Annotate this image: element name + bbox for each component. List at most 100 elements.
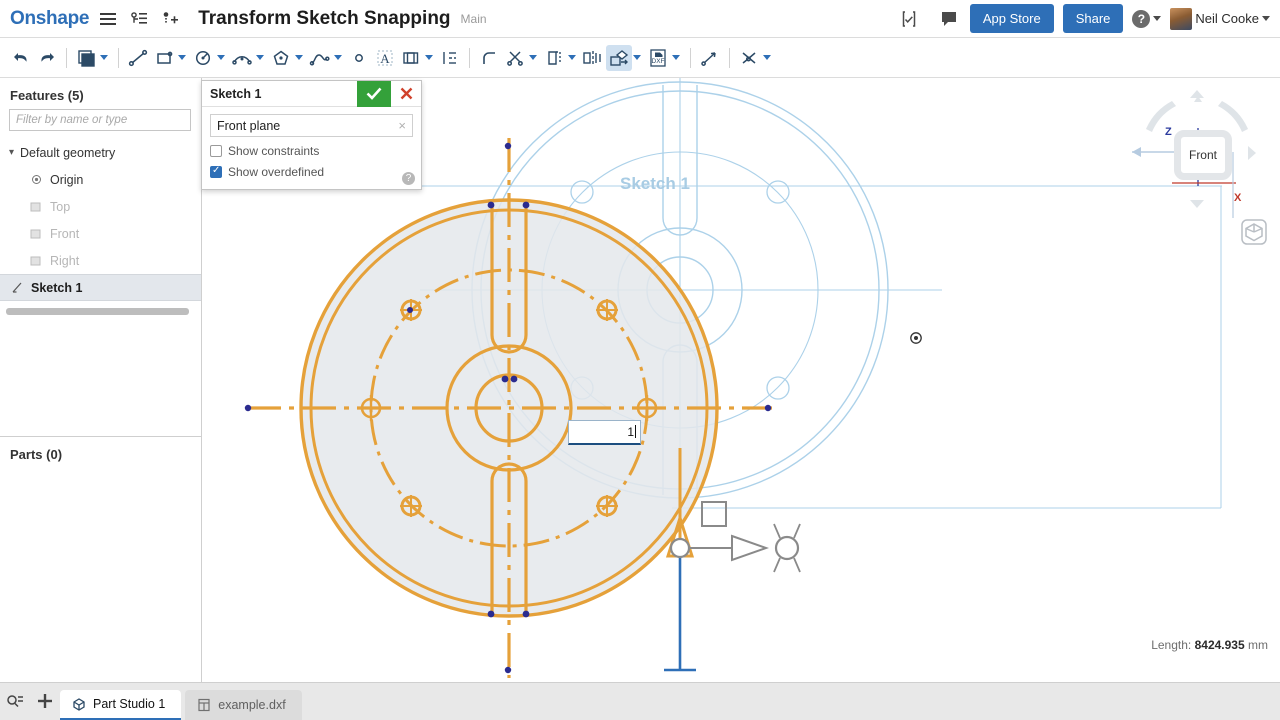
sketch-toolbar: A (0, 38, 1280, 78)
extend-tool[interactable] (541, 45, 567, 71)
tree-item-label: Front (50, 227, 79, 241)
spline-tool-caret[interactable] (334, 55, 342, 60)
tab-part-studio-1[interactable]: Part Studio 1 (60, 690, 181, 720)
polygon-tool[interactable] (268, 45, 294, 71)
tree-item-right[interactable]: Right (0, 247, 201, 274)
arc-tool-caret[interactable] (256, 55, 264, 60)
tab-label: Part Studio 1 (93, 697, 165, 711)
constraint-tool[interactable] (736, 45, 762, 71)
import-dxf-tool-caret[interactable] (672, 55, 680, 60)
help-icon: ? (1132, 10, 1150, 28)
comment-icon[interactable] (937, 7, 961, 31)
line-tool[interactable] (125, 45, 151, 71)
filter-input[interactable]: Filter by name or type (9, 109, 191, 131)
trim-tool-caret[interactable] (529, 55, 537, 60)
rectangle-tool-caret[interactable] (178, 55, 186, 60)
spline-tool[interactable] (307, 45, 333, 71)
tab-label: example.dxf (218, 698, 285, 712)
hamburger-icon[interactable] (96, 7, 120, 31)
offset-tool[interactable] (398, 45, 424, 71)
transform-tool[interactable] (606, 45, 632, 71)
construction-tool[interactable] (697, 45, 723, 71)
parts-panel: Parts (0) (0, 436, 201, 682)
origin-icon (28, 174, 44, 185)
onshape-app: Onshape Transform Sketch Snapping Main (0, 0, 1280, 720)
show-overdefined-row[interactable]: Show overdefined (202, 158, 421, 189)
undo-tool[interactable] (8, 45, 34, 71)
redo-tool[interactable] (34, 45, 60, 71)
trim-tool[interactable] (502, 45, 528, 71)
measure-value: 8424.935 (1195, 638, 1245, 652)
view-cube[interactable]: Front Z X (1132, 88, 1262, 218)
dimension-tool[interactable] (437, 45, 463, 71)
rectangle-tool[interactable] (151, 45, 177, 71)
tree-item-sketch-1[interactable]: Sketch 1 (0, 274, 201, 301)
circle-tool-caret[interactable] (217, 55, 225, 60)
parts-header: Parts (0) (0, 437, 201, 462)
mirror-tool[interactable] (580, 45, 606, 71)
branch-label: Main (461, 12, 487, 26)
tree-item-label: Right (50, 254, 79, 268)
dimension-input[interactable]: 1 (568, 420, 641, 445)
app-store-button[interactable]: App Store (970, 4, 1054, 33)
clear-icon[interactable]: × (398, 118, 406, 133)
task-check-icon[interactable] (897, 7, 921, 31)
sketch-tool-caret[interactable] (100, 55, 108, 60)
help-menu[interactable]: ? (1132, 10, 1161, 28)
tree-item-origin[interactable]: Origin (0, 166, 201, 193)
feature-tree: ▾ Default geometry Origin Top Front (0, 139, 201, 301)
onshape-logo[interactable]: Onshape (10, 8, 89, 30)
polygon-tool-caret[interactable] (295, 55, 303, 60)
tree-item-label: Sketch 1 (31, 281, 82, 295)
accept-button[interactable] (357, 81, 391, 107)
toolbar-divider (690, 48, 691, 68)
user-name: Neil Cooke (1195, 11, 1259, 26)
chevron-down-icon[interactable]: ▾ (9, 147, 14, 158)
point-tool[interactable] (346, 45, 372, 71)
dxf-file-icon (197, 698, 211, 712)
help-icon[interactable]: ? (402, 172, 415, 185)
tree-scrollbar[interactable] (6, 308, 189, 315)
app-header: Onshape Transform Sketch Snapping Main (0, 0, 1280, 38)
sketch-plane-value: Front plane (217, 119, 280, 133)
avatar (1170, 8, 1192, 30)
sketch-plane-field[interactable]: Front plane × (210, 114, 413, 137)
features-header: Features (5) (0, 78, 201, 109)
tree-item-label: Origin (50, 173, 83, 187)
constraint-tool-caret[interactable] (763, 55, 771, 60)
version-graph-icon[interactable] (127, 7, 151, 31)
sketch-tool[interactable] (73, 45, 99, 71)
add-tab-icon[interactable] (30, 686, 60, 716)
offset-tool-caret[interactable] (425, 55, 433, 60)
extend-tool-caret[interactable] (568, 55, 576, 60)
measure-label: Length: (1151, 638, 1191, 652)
user-menu[interactable]: Neil Cooke (1170, 8, 1270, 30)
transform-tool-caret[interactable] (633, 55, 641, 60)
show-overdefined-label: Show overdefined (228, 165, 324, 179)
plane-icon (28, 201, 44, 213)
view-cube-front-face[interactable]: Front (1174, 130, 1232, 180)
fillet-tool[interactable] (476, 45, 502, 71)
cancel-button[interactable] (391, 81, 421, 107)
status-bar: Length: 8424.935 mm (1151, 638, 1268, 652)
tree-item-top[interactable]: Top (0, 193, 201, 220)
origin-marker (911, 333, 921, 343)
arc-tool[interactable] (229, 45, 255, 71)
z-axis-label: Z (1165, 126, 1172, 138)
measure-unit: mm (1248, 638, 1268, 652)
tab-example-dxf[interactable]: example.dxf (185, 690, 301, 720)
tab-search-icon[interactable] (0, 686, 30, 716)
show-overdefined-checkbox[interactable] (210, 166, 222, 178)
text-tool[interactable]: A (372, 45, 398, 71)
isometric-cube-icon[interactable] (1240, 218, 1268, 246)
share-button[interactable]: Share (1063, 4, 1124, 33)
plane-icon (28, 255, 44, 267)
circle-tool[interactable] (190, 45, 216, 71)
insert-feature-icon[interactable] (158, 7, 182, 31)
show-constraints-row[interactable]: Show constraints (202, 137, 421, 158)
tree-item-front[interactable]: Front (0, 220, 201, 247)
tree-item-default-geometry[interactable]: ▾ Default geometry (0, 139, 201, 166)
show-constraints-checkbox[interactable] (210, 145, 222, 157)
sketch-dialog: Sketch 1 Front plane × Show constraints … (201, 80, 422, 190)
import-dxf-tool[interactable]: DXF (645, 45, 671, 71)
